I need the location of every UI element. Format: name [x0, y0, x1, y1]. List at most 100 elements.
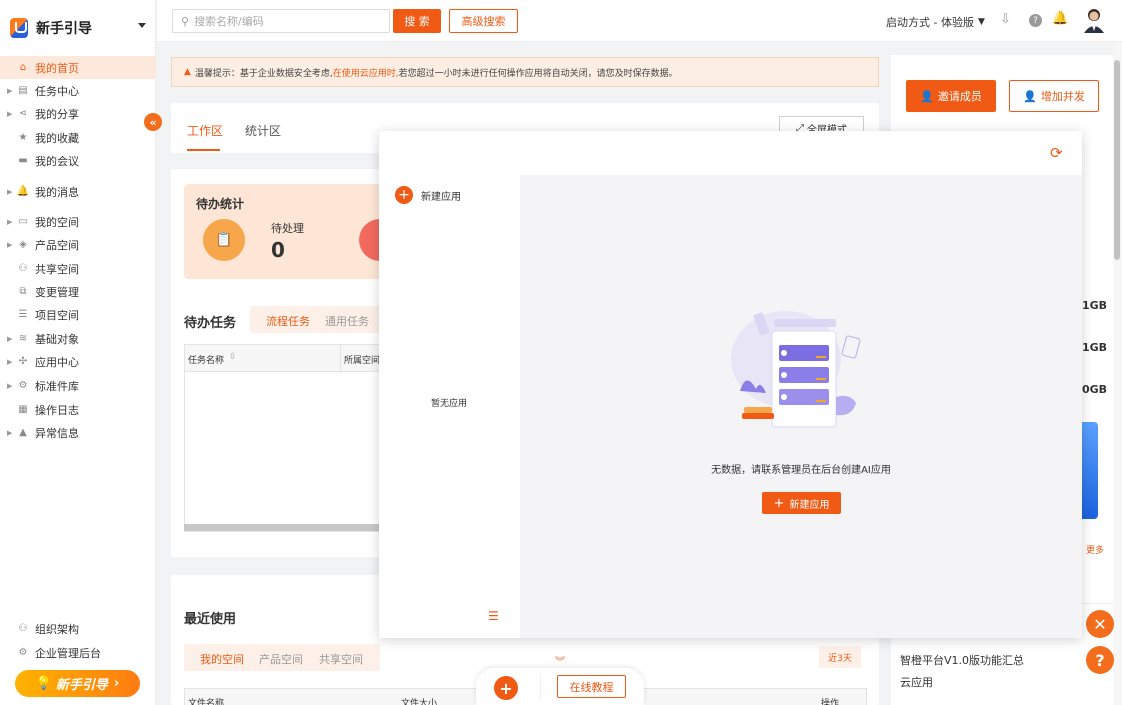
expand-arrow-icon[interactable]: ▶ [7, 429, 15, 437]
sidebar-item-7[interactable]: ▶ ▭ 我的空间 [0, 210, 156, 233]
tab-general-tasks[interactable]: 通用任务 [325, 313, 369, 329]
sidebar: 新手引导 ⌂ 我的首页 ▶ ▤ 任务中心 ▶ ⋖ 我的分享 ★ 我的收藏 ▬ 我的会议 ▶ 🔔 我的消息 ▶ ▭… [0, 0, 156, 705]
tab-workspace[interactable]: 工作区 [187, 122, 223, 139]
beginner-guide-button[interactable]: 💡 新手引导 › [15, 670, 140, 697]
new-app-item[interactable]: + 新建应用 [395, 186, 461, 204]
column-space[interactable]: 所属空间 [344, 353, 380, 366]
sidebar-item-14[interactable]: ▶ ⚙ 标准件库 [0, 374, 156, 397]
sidebar-item-8[interactable]: ▶ ◈ 产品空间 [0, 233, 156, 256]
sidebar-item-9[interactable]: ⚇ 共享空间 [0, 257, 156, 280]
horizontal-scrollbar[interactable] [184, 524, 384, 531]
expand-arrow-icon[interactable]: ▶ [7, 382, 15, 390]
caret-down-icon: ▼ [977, 17, 985, 27]
sidebar-item-label: 我的首页 [35, 61, 79, 75]
invite-label: 邀请成员 [937, 90, 982, 103]
empty-state-text: 无数据，请联系管理员在后台创建AI应用 [711, 465, 891, 476]
online-tutorial-button[interactable]: 在线教程 [557, 675, 626, 698]
sidebar-item-12[interactable]: ▶ ≋ 基础对象 [0, 327, 156, 350]
sidebar-item-3[interactable]: ▶ ⋖ 我的分享 [0, 102, 156, 125]
collapse-sidebar-button[interactable]: « [144, 113, 162, 131]
pending-label: 待处理 [271, 222, 304, 235]
tab-my-space[interactable]: 我的空间 [200, 651, 244, 667]
storage-value: 1GB [1082, 341, 1108, 354]
expand-arrow-icon[interactable]: ▶ [7, 110, 15, 118]
news-item[interactable]: 云应用 [900, 674, 933, 690]
expand-arrow-icon[interactable]: ▶ [7, 218, 15, 226]
collapse-list-icon[interactable]: ☰ [488, 609, 499, 623]
caret-down-icon [138, 23, 146, 32]
sidebar-item-org[interactable]: ⚇ 组织架构 [0, 617, 156, 640]
column-task-name[interactable]: 任务名称 [188, 353, 224, 366]
sidebar-item-6[interactable]: ▶ 🔔 我的消息 [0, 180, 156, 203]
more-link[interactable]: 更多 [1086, 543, 1104, 556]
notification-bell-icon[interactable]: 🔔 [1052, 11, 1068, 26]
no-app-text: 暂无应用 [431, 399, 468, 409]
sidebar-item-11[interactable]: ☰ 项目空间 [0, 303, 156, 326]
column-file-name[interactable]: 文件名称 [188, 696, 224, 705]
ai-app-panel: ⟳ + 新建应用 暂无应用 ☰ 无数据，请联系管理员在后台创建AI应用 + 新建应… [379, 131, 1082, 638]
sidebar-item-label: 我的收藏 [35, 131, 79, 145]
expand-arrow-icon[interactable]: ▶ [7, 335, 15, 343]
layers-icon: ≋ [18, 333, 28, 344]
sidebar-item-label: 我的会议 [35, 154, 79, 168]
warning-icon: ▲ [184, 67, 191, 77]
sidebar-item-16[interactable]: ▶ ▲ 异常信息 [0, 421, 156, 444]
sort-icon[interactable]: ⇳ [229, 352, 237, 362]
sidebar-item-15[interactable]: ▦ 操作日志 [0, 398, 156, 421]
sidebar-item-label: 操作日志 [35, 403, 79, 417]
sidebar-item-1[interactable]: ⌂ 我的首页 [0, 56, 156, 79]
sidebar-item-admin[interactable]: ⚙ 企业管理后台 [0, 641, 156, 664]
lightbulb-icon: 💡 [35, 676, 52, 691]
sidebar-item-5[interactable]: ▬ 我的会议 [0, 149, 156, 172]
active-tab-indicator [187, 149, 220, 151]
sidebar-item-label: 组织架构 [35, 622, 79, 636]
storage-value: 0GB [1082, 383, 1108, 396]
search-icon: ⚲ [181, 14, 190, 28]
sidebar-item-13[interactable]: ▶ ✣ 应用中心 [0, 350, 156, 373]
column-action: 操作 [821, 699, 840, 705]
plus-icon: + [773, 495, 785, 511]
notice-text-suffix: 若您超过一小时未进行任何操作应用将自动关闭，请您及时保存数据。 [398, 68, 678, 79]
tab-shared-space[interactable]: 共享空间 [319, 651, 363, 667]
promo-banner[interactable] [1080, 422, 1098, 519]
tab-product-space[interactable]: 产品空间 [259, 651, 303, 667]
expand-arrow-icon[interactable]: ▶ [7, 87, 15, 95]
recent-title: 最近使用 [184, 612, 237, 627]
expand-arrow-icon[interactable]: ▶ [7, 188, 15, 196]
search-input[interactable]: ⚲ 搜索名称/编码 [172, 9, 390, 33]
app-list: + 新建应用 暂无应用 ☰ [379, 175, 520, 638]
sidebar-item-2[interactable]: ▶ ▤ 任务中心 [0, 79, 156, 102]
news-item[interactable]: 智橙平台V1.0版功能汇总 [900, 652, 1024, 668]
invite-members-button[interactable]: 👤 邀请成员 [906, 80, 996, 112]
add-user-icon: 👤 [920, 89, 934, 103]
close-float-button[interactable]: ✕ [1086, 610, 1114, 638]
advanced-search-button[interactable]: 高级搜索 [449, 9, 518, 33]
launch-mode-select[interactable]: 启动方式 - 体验版 ▼ [886, 14, 985, 30]
expand-arrow-icon[interactable]: ▶ [7, 358, 15, 366]
page-scrollbar-thumb[interactable] [1114, 60, 1120, 260]
download-icon[interactable]: ⇩ [1000, 12, 1011, 27]
settings-icon: ⚙ [18, 647, 28, 658]
tab-flow-tasks[interactable]: 流程任务 [266, 313, 310, 329]
apps-icon: ✣ [18, 356, 28, 367]
recent-tabs: 我的空间 产品空间 共享空间 [184, 644, 380, 671]
sidebar-item-label: 我的消息 [35, 185, 79, 199]
column-file-size[interactable]: 文件大小 [401, 696, 437, 705]
app-switcher[interactable]: 新手引导 [10, 16, 150, 40]
add-button[interactable]: + [494, 676, 518, 700]
add-concurrency-button[interactable]: 👤 增加并发 [1009, 80, 1099, 112]
tab-statistics[interactable]: 统计区 [245, 122, 281, 139]
sidebar-item-10[interactable]: ⧉ 变更管理 [0, 280, 156, 303]
avatar[interactable] [1082, 7, 1106, 33]
search-button[interactable]: 搜 索 [393, 9, 441, 33]
help-icon[interactable]: ? [1029, 14, 1042, 27]
add-concurrency-label: 增加并发 [1040, 90, 1085, 103]
create-app-button[interactable]: + 新建应用 [762, 492, 841, 514]
refresh-icon[interactable]: ⟳ [1050, 144, 1063, 162]
recent-range-select[interactable]: 近3天 [819, 646, 861, 668]
task-icon: ▤ [18, 85, 28, 96]
new-app-label: 新建应用 [421, 191, 461, 203]
expand-arrow-icon[interactable]: ▶ [7, 241, 15, 249]
sidebar-item-4[interactable]: ★ 我的收藏 [0, 126, 156, 149]
help-float-button[interactable]: ? [1086, 646, 1114, 674]
